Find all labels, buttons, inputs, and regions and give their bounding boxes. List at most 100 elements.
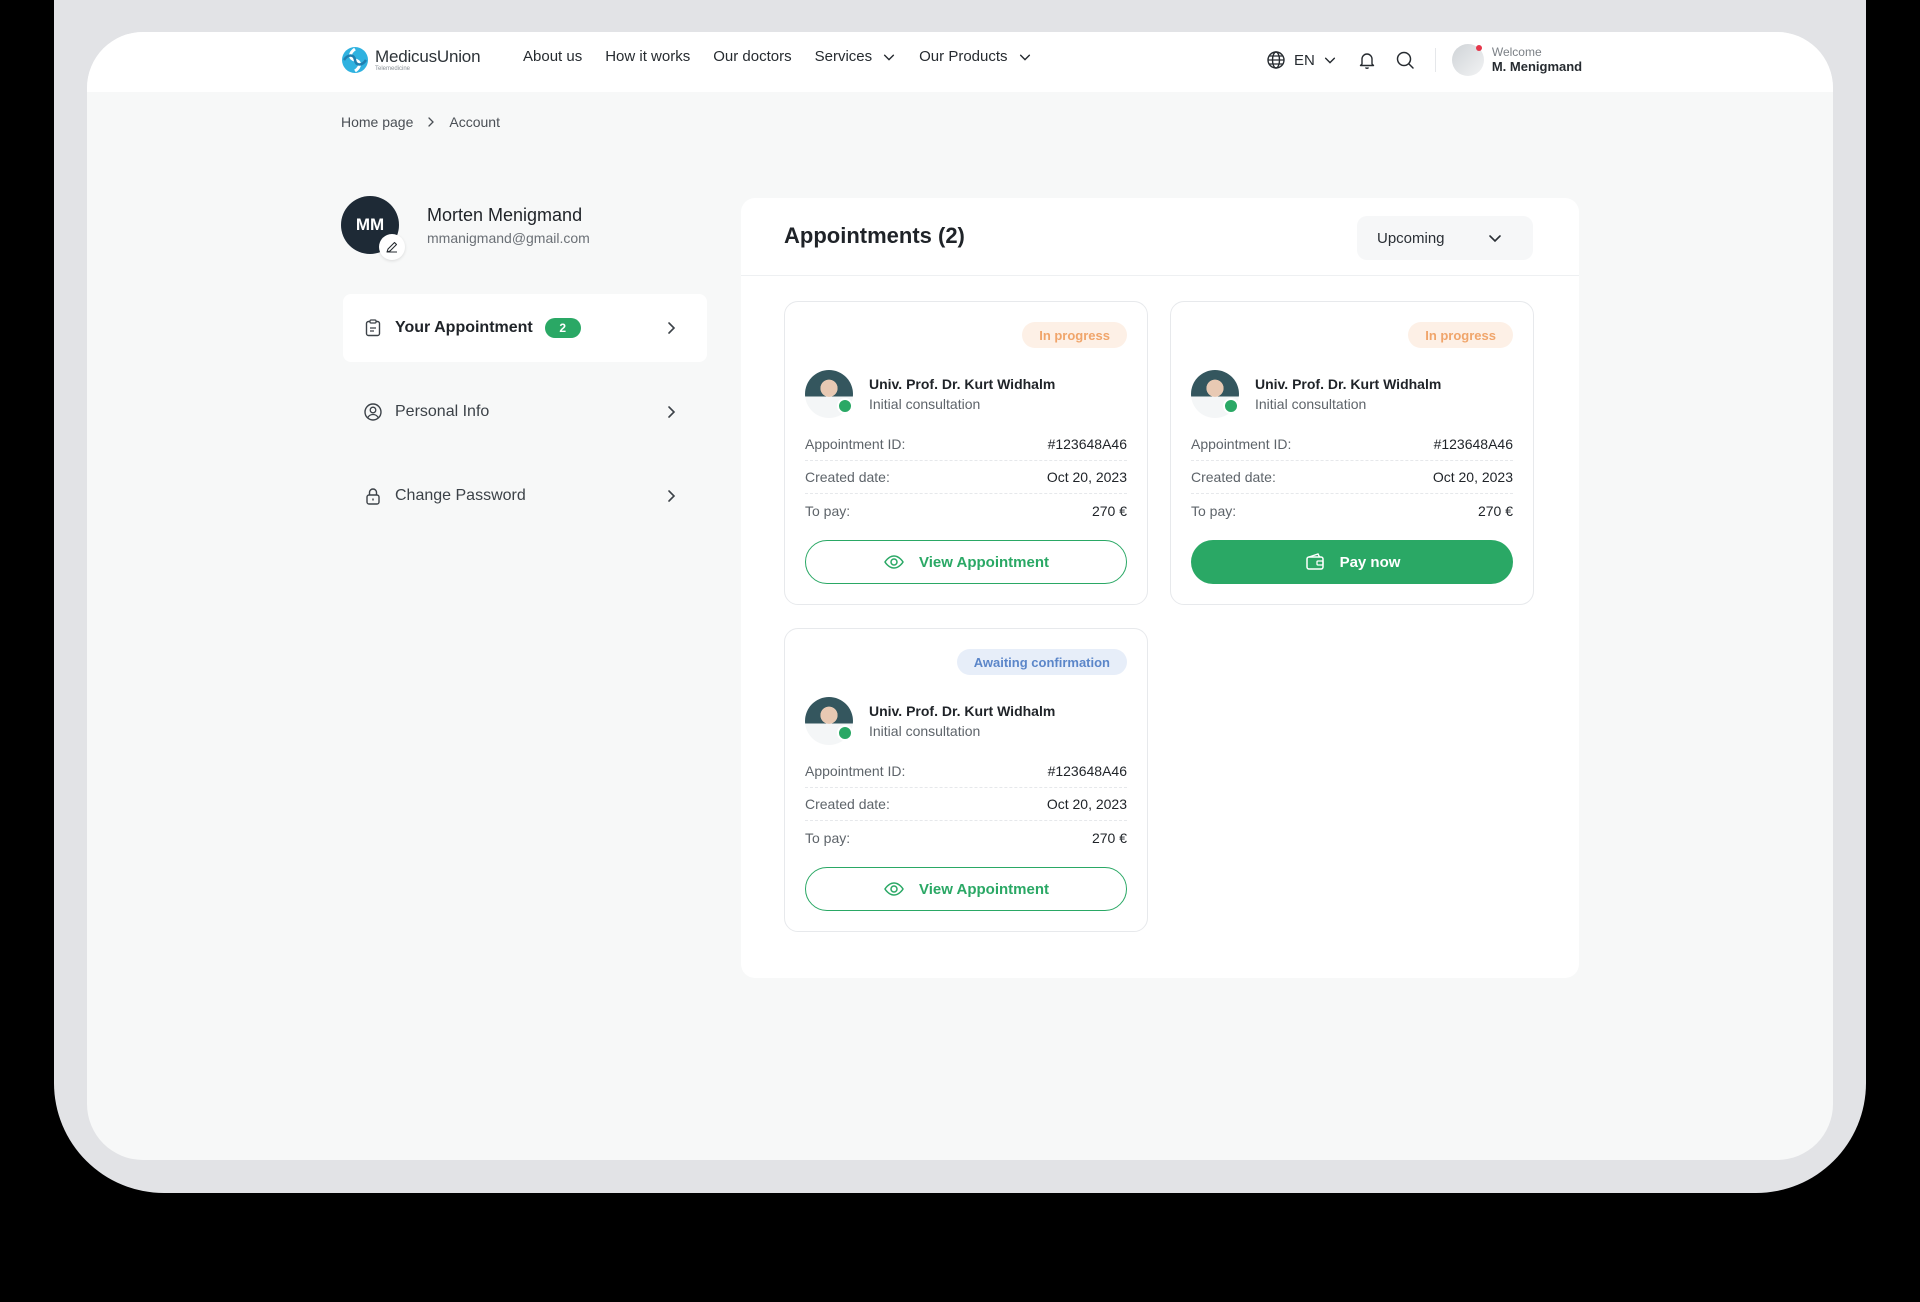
bell-icon[interactable] (1357, 50, 1377, 70)
user-menu[interactable]: Welcome M. Menigmand (1451, 44, 1583, 76)
created-date-value: Oct 20, 2023 (1046, 796, 1127, 812)
nav-our-products-label: Our Products (919, 48, 1008, 65)
appointment-details: Appointment ID: #123648A46 Created date: O… (1191, 428, 1513, 527)
appointment-card: Awaiting confirmation Univ. Prof. Dr. Ku… (784, 628, 1148, 932)
chevron-right-icon (668, 406, 676, 418)
device-frame: MedicusUnion Telemedicine About us How i… (54, 0, 1866, 1193)
doctor-avatar (805, 370, 853, 418)
view-appointment-button[interactable]: View Appointment (805, 540, 1127, 584)
profile-email: mmanigmand@gmail.com (427, 229, 590, 246)
status-badge: In progress (1022, 322, 1127, 348)
chevron-down-icon (884, 54, 895, 61)
header-divider (1434, 48, 1436, 72)
nav-services-label: Services (814, 48, 873, 65)
appointments-panel: Appointments (2) Upcoming In progress Un… (741, 198, 1579, 978)
appointment-count-badge: 2 (544, 318, 581, 338)
to-pay-label: To pay: (1191, 502, 1237, 519)
brand-logo[interactable]: MedicusUnion Telemedicine (341, 46, 481, 74)
detail-row: Appointment ID: #123648A46 (1191, 428, 1513, 461)
eye-icon (884, 555, 904, 569)
appointment-id-value: #123648A46 (1047, 436, 1127, 452)
user-avatar (1451, 44, 1484, 76)
edit-avatar-button[interactable] (379, 234, 405, 260)
pay-now-button[interactable]: Pay now (1191, 540, 1513, 584)
profile-name: Morten Menigmand (427, 204, 583, 225)
created-date-label: Created date: (805, 796, 890, 812)
created-date-label: Created date: (1191, 469, 1276, 485)
doctor-name: Univ. Prof. Dr. Kurt Widhalm (869, 703, 1056, 719)
breadcrumb-home[interactable]: Home page (341, 114, 413, 130)
nav-our-products[interactable]: Our Products (919, 48, 1031, 65)
to-pay-value: 270 € (1477, 502, 1513, 519)
appointment-details: Appointment ID: #123648A46 Created date: O… (805, 755, 1127, 854)
sidebar-item-your-appointment[interactable]: Your Appointment 2 (343, 294, 707, 362)
created-date-value: Oct 20, 2023 (1432, 469, 1513, 485)
appointment-card: In progress Univ. Prof. Dr. Kurt Widhalm… (1170, 301, 1534, 605)
nav-about-us[interactable]: About us (523, 48, 582, 65)
account-sidebar: Your Appointment 2 Personal Info Change … (343, 294, 707, 546)
globe-icon (1267, 51, 1285, 69)
appointment-details: Appointment ID: #123648A46 Created date: O… (805, 428, 1127, 527)
pencil-icon (386, 241, 398, 253)
language-code: EN (1294, 51, 1315, 69)
profile-avatar: MM (341, 196, 405, 260)
consultation-type: Initial consultation (869, 396, 981, 412)
appointment-id-label: Appointment ID: (1191, 436, 1292, 452)
to-pay-label: To pay: (805, 502, 851, 519)
doctor-avatar (805, 697, 853, 745)
breadcrumb-current: Account (449, 114, 500, 130)
status-badge: Awaiting confirmation (956, 649, 1127, 675)
to-pay-value: 270 € (1091, 829, 1127, 846)
welcome-text: Welcome (1491, 45, 1542, 59)
sidebar-item-personal-info[interactable]: Personal Info (343, 378, 707, 446)
button-label: Pay now (1339, 553, 1401, 571)
to-pay-label: To pay: (805, 829, 851, 846)
consultation-type: Initial consultation (869, 723, 981, 739)
brand-tagline: Telemedicine (375, 66, 411, 72)
user-circle-icon (364, 403, 382, 421)
appointment-id-label: Appointment ID: (805, 436, 906, 452)
detail-row: Created date: Oct 20, 2023 (1191, 461, 1513, 494)
brand-logo-icon (342, 47, 368, 73)
chevron-right-icon (668, 490, 676, 502)
detail-row: To pay: 270 € (1191, 494, 1513, 527)
wallet-icon (1305, 553, 1324, 570)
brand-name: MedicusUnion (375, 47, 481, 66)
user-name: M. Menigmand (1491, 59, 1583, 75)
doctor-info: Univ. Prof. Dr. Kurt Widhalm Initial con… (805, 370, 1055, 418)
created-date-label: Created date: (805, 469, 890, 485)
eye-icon (884, 882, 904, 896)
doctor-info: Univ. Prof. Dr. Kurt Widhalm Initial con… (805, 697, 1055, 745)
nav-how-it-works[interactable]: How it works (605, 48, 690, 65)
appointment-id-label: Appointment ID: (805, 763, 906, 779)
profile-summary: MM Morten Menigmand mmanigmand@gmail.com (341, 196, 590, 260)
view-appointment-button[interactable]: View Appointment (805, 867, 1127, 911)
detail-row: Appointment ID: #123648A46 (805, 428, 1127, 461)
sidebar-item-label: Your Appointment (395, 319, 533, 336)
button-label: View Appointment (918, 880, 1049, 898)
appointment-filter-dropdown[interactable]: Upcoming (1357, 216, 1533, 260)
nav-our-doctors[interactable]: Our doctors (713, 48, 791, 65)
sidebar-item-change-password[interactable]: Change Password (343, 462, 707, 530)
filter-selected-value: Upcoming (1377, 229, 1445, 247)
language-selector[interactable]: EN (1266, 50, 1337, 70)
chevron-down-icon (1019, 54, 1030, 61)
doctor-name: Univ. Prof. Dr. Kurt Widhalm (869, 376, 1056, 392)
sidebar-item-label: Change Password (395, 487, 526, 504)
clipboard-icon (365, 319, 381, 337)
search-icon[interactable] (1395, 50, 1415, 70)
nav-services[interactable]: Services (815, 48, 897, 65)
appointment-id-value: #123648A46 (1433, 436, 1513, 452)
breadcrumb: Home page Account (341, 114, 500, 130)
chevron-right-icon (668, 322, 676, 334)
top-navigation-bar: MedicusUnion Telemedicine About us How i… (87, 32, 1833, 92)
to-pay-value: 270 € (1091, 502, 1127, 519)
created-date-value: Oct 20, 2023 (1046, 469, 1127, 485)
doctor-name: Univ. Prof. Dr. Kurt Widhalm (1255, 376, 1442, 392)
sidebar-item-label: Personal Info (395, 403, 490, 420)
detail-row: Appointment ID: #123648A46 (805, 755, 1127, 788)
detail-row: To pay: 270 € (805, 821, 1127, 854)
chevron-down-icon (1324, 57, 1335, 64)
chevron-down-icon (1489, 235, 1501, 243)
doctor-avatar (1191, 370, 1239, 418)
